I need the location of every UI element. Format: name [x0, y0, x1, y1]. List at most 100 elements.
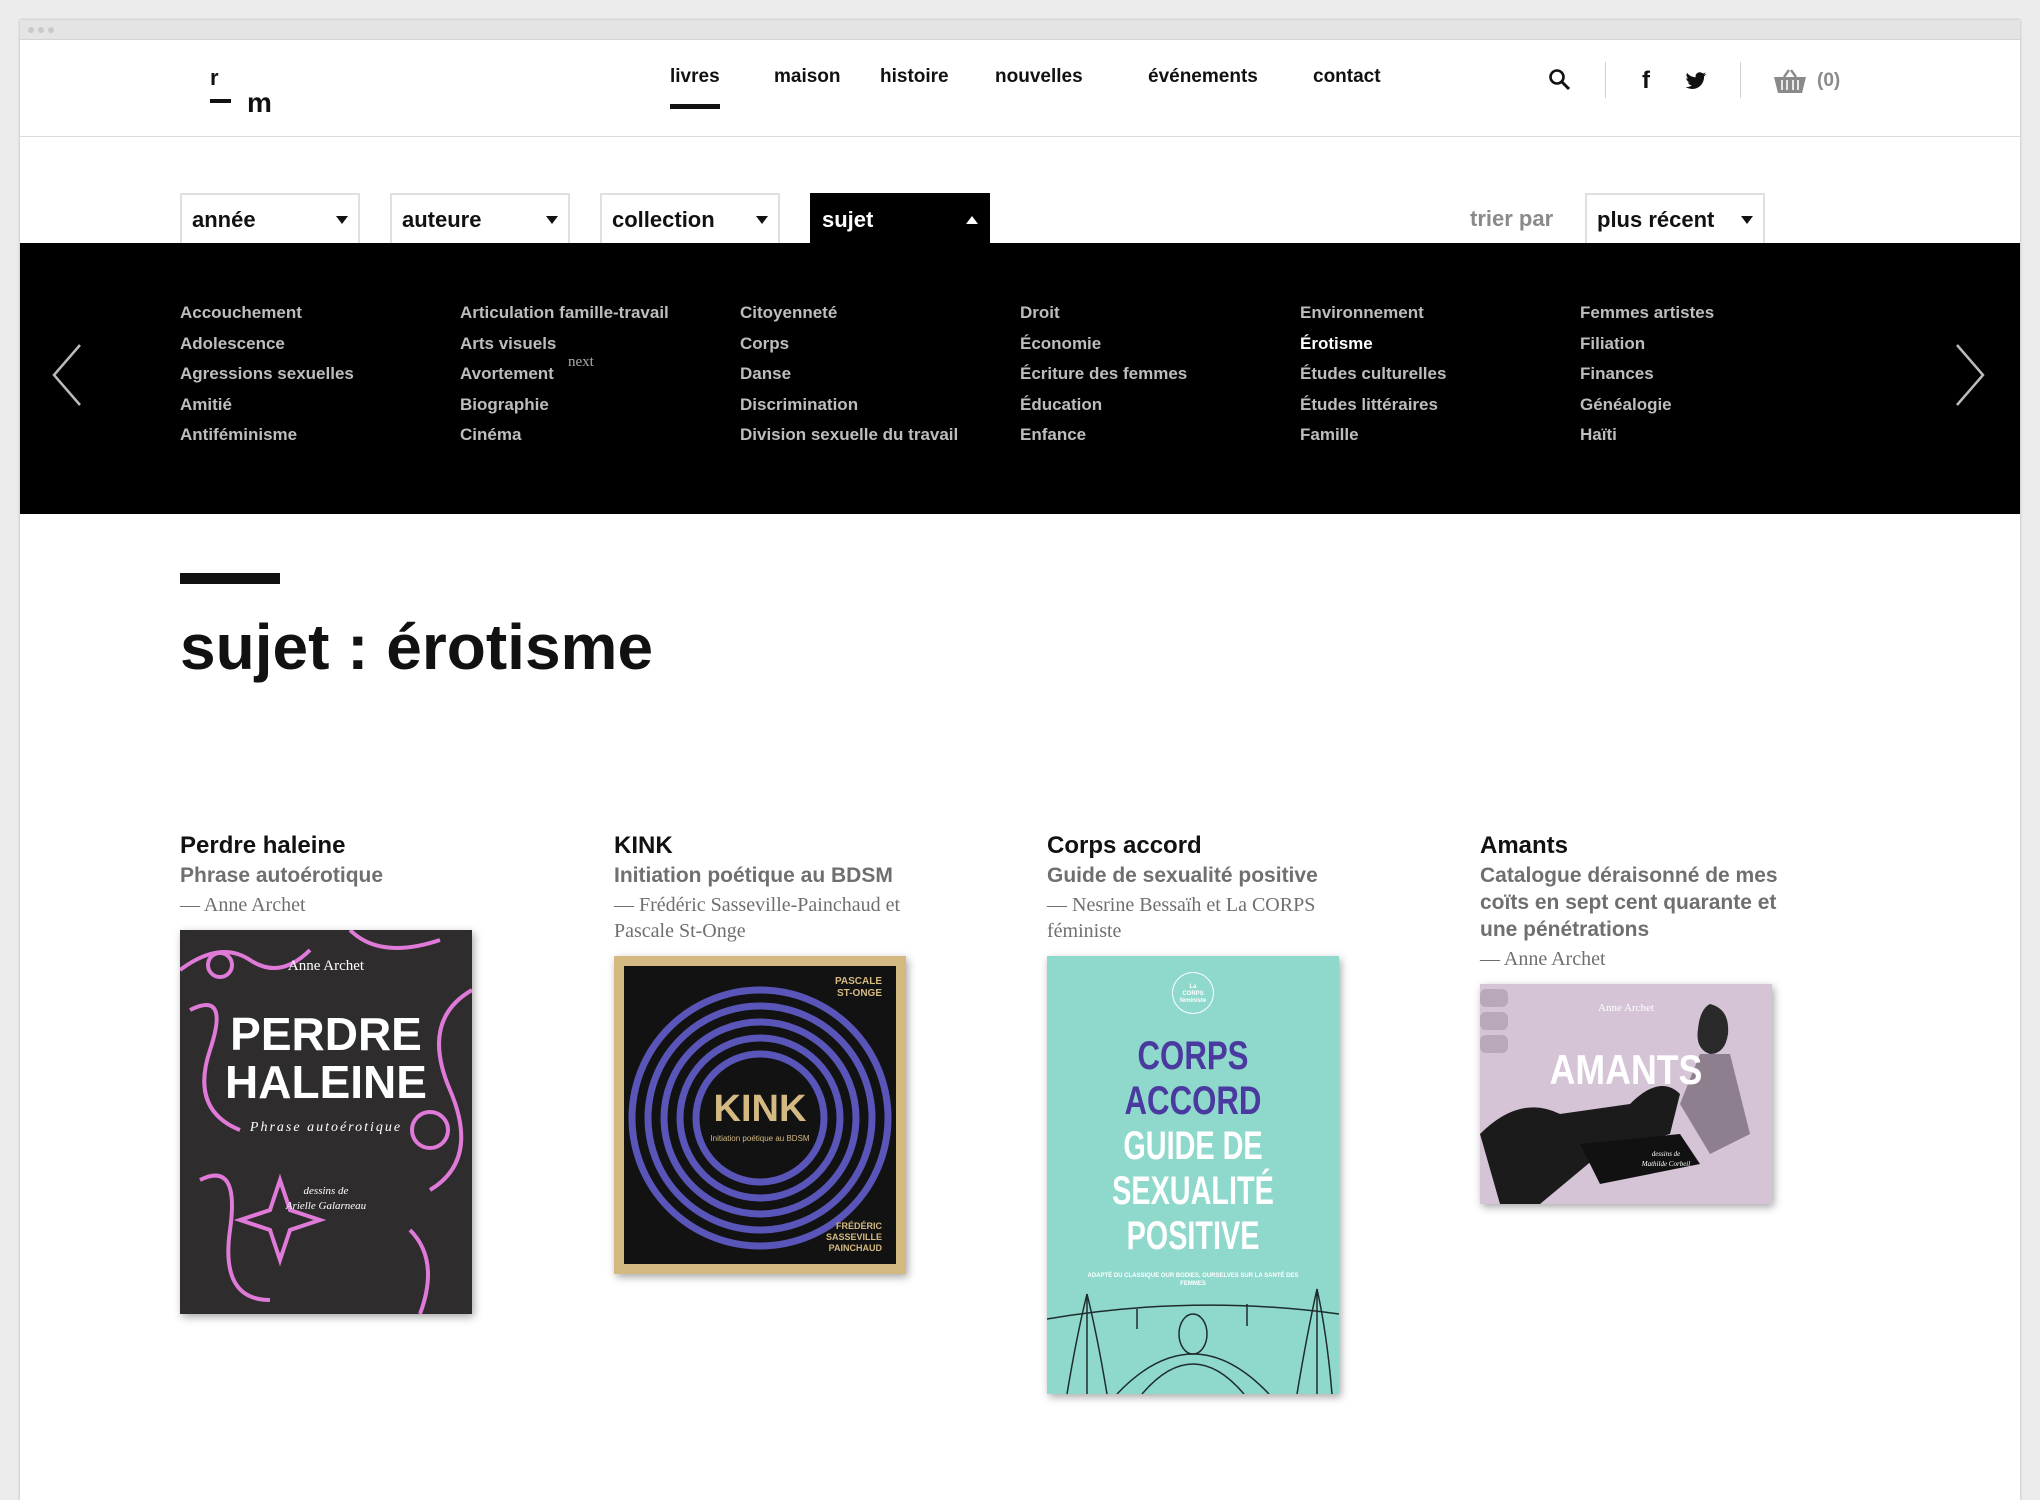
cover-title-line: HALEINE — [225, 1056, 427, 1108]
browser-window: r m livres maison histoire nouvelles évé… — [20, 20, 2020, 1500]
subject-link[interactable]: Corps — [740, 332, 958, 363]
subject-link[interactable]: Articulation famille-travail — [460, 301, 669, 332]
nav-evenements[interactable]: événements — [1148, 66, 1258, 88]
nav-histoire[interactable]: histoire — [880, 66, 949, 88]
subject-link[interactable]: Citoyenneté — [740, 301, 958, 332]
logo-letter-r: r — [210, 65, 219, 90]
subject-link[interactable]: Discrimination — [740, 393, 958, 424]
book-title[interactable]: KINK — [614, 830, 944, 862]
window-control-dot[interactable] — [48, 27, 54, 33]
subject-link[interactable]: Économie — [1020, 332, 1187, 363]
sort-label: trier par — [1470, 206, 1554, 231]
book-card[interactable]: KINK Initiation poétique au BDSM — Frédé… — [614, 830, 944, 1274]
cover-illustration — [1047, 1288, 1339, 1394]
nav-contact[interactable]: contact — [1313, 66, 1381, 88]
chevron-down-icon — [546, 216, 558, 224]
filter-auteure[interactable]: auteure — [390, 193, 570, 243]
book-author[interactable]: — Nesrine Bessaïh et La CORPS féministe — [1047, 892, 1377, 944]
subject-link[interactable]: Danse — [740, 362, 958, 393]
cover-title-line: PERDRE — [230, 1008, 422, 1060]
badge-line: CORPS — [1182, 991, 1204, 997]
filter-annee[interactable]: année — [180, 193, 360, 243]
subject-link[interactable]: Éducation — [1020, 393, 1187, 424]
cover-title: AMANTS — [1549, 1046, 1703, 1093]
nav-livres[interactable]: livres — [670, 66, 720, 109]
subject-link[interactable]: Femmes artistes — [1580, 301, 1714, 332]
subject-link[interactable]: Famille — [1300, 423, 1446, 454]
subject-link[interactable]: Droit — [1020, 301, 1187, 332]
subject-link[interactable]: Biographie — [460, 393, 669, 424]
subject-link[interactable]: Filiation — [1580, 332, 1714, 363]
book-title[interactable]: Amants — [1480, 830, 1810, 862]
chevron-right-icon[interactable] — [1953, 343, 1987, 412]
cart-count[interactable]: (0) — [1817, 70, 1840, 92]
subject-link[interactable]: Accouchement — [180, 301, 354, 332]
filter-sujet[interactable]: sujet — [810, 193, 990, 245]
filter-collection[interactable]: collection — [600, 193, 780, 243]
book-cover[interactable]: PASCALE ST-ONGE KINK Initiation poétique… — [614, 956, 906, 1274]
logo-letter-m: m — [247, 87, 272, 118]
subject-column: Articulation famille-travail Arts visuel… — [460, 301, 669, 454]
chevron-left-icon[interactable] — [50, 343, 84, 412]
subject-link-active[interactable]: Érotisme — [1300, 332, 1446, 363]
book-subtitle: Phrase autoérotique — [180, 864, 384, 887]
subject-column: Femmes artistes Filiation Finances Généa… — [1580, 301, 1714, 454]
window-control-dot[interactable] — [28, 27, 34, 33]
book-title[interactable]: Perdre haleine — [180, 830, 510, 862]
search-icon[interactable] — [1548, 68, 1572, 97]
book-subtitle: Initiation poétique au BDSM — [614, 864, 893, 887]
cover-badge: La CORPS féministe — [1172, 972, 1214, 1014]
filter-label: sujet — [822, 207, 874, 232]
sort-value: plus récent — [1597, 207, 1715, 232]
subject-link[interactable]: Environnement — [1300, 301, 1446, 332]
book-author[interactable]: — Frédéric Sasseville-Painchaud et Pasca… — [614, 892, 944, 944]
cover-author-line: FRÉDÉRIC — [835, 1221, 882, 1231]
subject-link[interactable]: Cinéma — [460, 423, 669, 454]
subject-link[interactable]: Amitié — [180, 393, 354, 424]
basket-icon[interactable] — [1773, 68, 1807, 99]
subject-link[interactable]: Arts visuels — [460, 332, 669, 363]
subject-link[interactable]: Agressions sexuelles — [180, 362, 354, 393]
twitter-icon[interactable] — [1685, 71, 1707, 96]
subject-link[interactable]: Généalogie — [1580, 393, 1714, 424]
nav-nouvelles[interactable]: nouvelles — [995, 66, 1083, 88]
book-author[interactable]: — Anne Archet — [180, 892, 510, 918]
site-logo[interactable]: r m — [190, 65, 272, 118]
cover-title-line: GUIDE DE — [1123, 1124, 1263, 1168]
facebook-icon[interactable]: f — [1642, 67, 1650, 95]
badge-line: La — [1189, 984, 1197, 990]
book-card[interactable]: Corps accord Guide de sexualité positive… — [1047, 830, 1377, 1394]
subject-link[interactable]: Antiféminisme — [180, 423, 354, 454]
subject-link[interactable]: Avortement — [460, 362, 669, 393]
subject-link[interactable]: Enfance — [1020, 423, 1187, 454]
window-control-dot[interactable] — [38, 27, 44, 33]
cover-credit: Mathilde Corbeil — [1641, 1160, 1691, 1168]
sort-select[interactable]: plus récent — [1585, 193, 1765, 243]
subject-column: Droit Économie Écriture des femmes Éduca… — [1020, 301, 1187, 454]
subject-column: Environnement Érotisme Études culturelle… — [1300, 301, 1446, 454]
book-card[interactable]: Perdre haleine Phrase autoérotique — Ann… — [180, 830, 510, 1314]
subject-link[interactable]: Division sexuelle du travail — [740, 423, 958, 454]
nav-maison[interactable]: maison — [774, 66, 841, 88]
book-author[interactable]: — Anne Archet — [1480, 946, 1810, 972]
subject-link[interactable]: Écriture des femmes — [1020, 362, 1187, 393]
heading-rule — [180, 573, 280, 584]
filter-label: année — [192, 207, 256, 232]
subject-link[interactable]: Haïti — [1580, 423, 1714, 454]
book-cover[interactable]: La CORPS féministe CORPS ACCORD GUIDE DE… — [1047, 956, 1339, 1394]
book-card[interactable]: Amants Catalogue déraisonné de mes coïts… — [1480, 830, 1810, 1204]
cover-author-line: ST-ONGE — [836, 988, 882, 999]
book-cover[interactable]: Anne Archet AMANTS dessins de Mathilde C… — [1480, 984, 1772, 1204]
cover-title: KINK — [713, 1088, 807, 1130]
book-title[interactable]: Corps accord — [1047, 830, 1377, 862]
book-cover[interactable]: Anne Archet PERDRE HALEINE Phrase autoér… — [180, 930, 472, 1314]
next-hint: next — [568, 354, 594, 370]
subject-link[interactable]: Finances — [1580, 362, 1714, 393]
subject-link[interactable]: Études littéraires — [1300, 393, 1446, 424]
chevron-down-icon — [1741, 216, 1753, 224]
cover-title-line: POSITIVE — [1126, 1214, 1260, 1258]
subject-link[interactable]: Adolescence — [180, 332, 354, 363]
cover-author: Anne Archet — [287, 958, 365, 974]
subject-link[interactable]: Études culturelles — [1300, 362, 1446, 393]
cover-author: Anne Archet — [1598, 1002, 1654, 1014]
